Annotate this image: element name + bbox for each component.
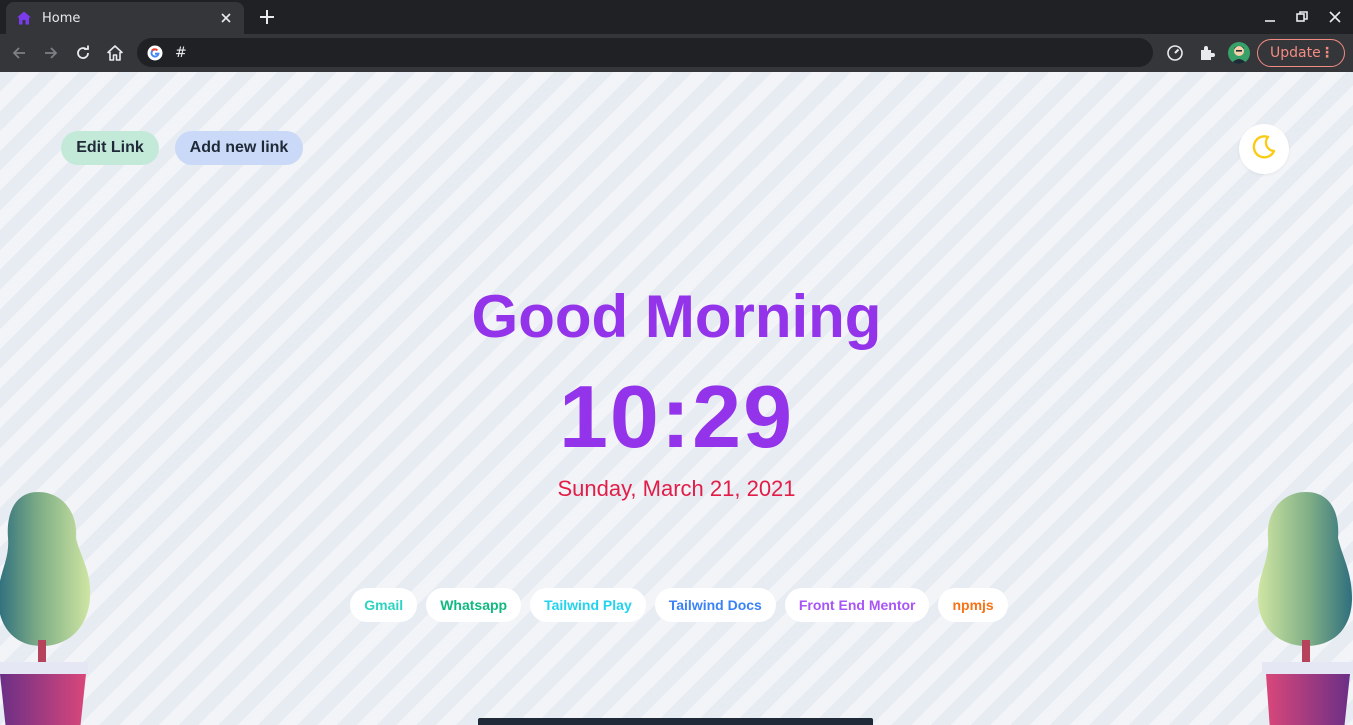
link-whatsapp[interactable]: Whatsapp [426,588,522,622]
link-label: npmjs [952,597,994,613]
update-button[interactable]: Update ⋮ [1257,39,1345,67]
home-button-icon[interactable] [102,40,128,66]
link-gmail[interactable]: Gmail [350,588,418,622]
potted-plant-illustration [0,490,92,725]
more-menu-icon[interactable]: ⋮ [1320,44,1334,62]
quick-links: Gmail Whatsapp Tailwind Play Tailwind Do… [0,588,1353,622]
potted-plant-illustration [1256,490,1353,725]
extensions-icon[interactable] [1196,42,1218,64]
profile-avatar[interactable] [1228,42,1250,64]
close-window-icon[interactable] [1324,6,1346,28]
browser-tab[interactable]: Home [6,2,244,34]
tab-title: Home [42,10,81,26]
address-bar[interactable]: # [137,38,1153,67]
horizontal-scrollbar[interactable] [478,718,873,725]
page-viewport: Edit Link Add new link Good Morning 10:2… [0,72,1353,725]
clock-time: 10:29 [558,367,795,466]
greeting-text: Good Morning [471,283,882,350]
add-new-link-button[interactable]: Add new link [175,131,303,165]
edit-link-button[interactable]: Edit Link [61,131,159,165]
home-icon [16,10,32,26]
link-tailwind-play[interactable]: Tailwind Play [530,588,646,622]
browser-toolbar: # Update ⋮ [0,34,1353,72]
theme-toggle-button[interactable] [1239,124,1289,174]
moon-icon [1251,134,1277,164]
link-tailwind-docs[interactable]: Tailwind Docs [654,588,776,622]
back-icon[interactable] [6,40,32,66]
new-tab-button[interactable] [256,6,278,28]
minimize-icon[interactable] [1259,6,1281,28]
forward-icon[interactable] [38,40,64,66]
link-label: Tailwind Play [544,597,632,613]
close-tab-icon[interactable] [218,10,234,26]
google-icon [147,45,163,61]
link-front-end-mentor[interactable]: Front End Mentor [784,588,930,622]
restore-icon[interactable] [1291,6,1313,28]
link-npmjs[interactable]: npmjs [938,588,1008,622]
update-label: Update [1270,45,1321,61]
link-label: Gmail [364,597,404,613]
link-label: Front End Mentor [798,597,916,613]
link-label: Tailwind Docs [668,597,762,613]
browser-tabbar: Home [0,0,1353,34]
address-text: # [175,44,187,61]
reload-icon[interactable] [70,40,96,66]
link-label: Whatsapp [440,597,508,613]
date-text: Sunday, March 21, 2021 [557,476,796,501]
performance-icon[interactable] [1164,42,1186,64]
